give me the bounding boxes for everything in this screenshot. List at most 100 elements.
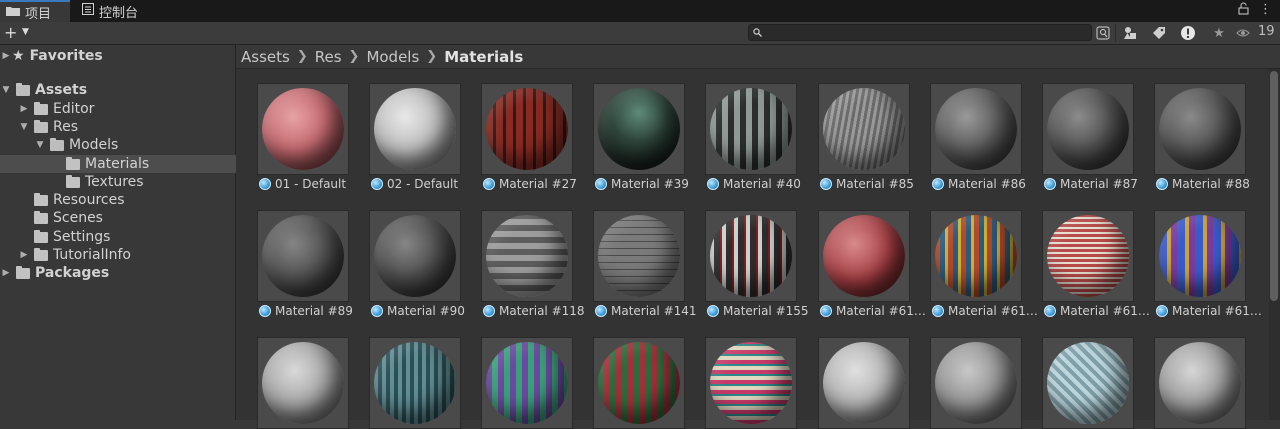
breadcrumb-models[interactable]: Models — [366, 48, 419, 66]
tree-item-tutorialinfo[interactable]: ▶ TutorialInfo — [0, 246, 253, 264]
material-label[interactable]: Material #87 — [1044, 177, 1156, 191]
material-label[interactable]: Material #86 — [932, 177, 1044, 191]
tree-item-assets[interactable]: ▼ Assets — [0, 81, 235, 99]
tab-console[interactable]: 控制台 — [76, 0, 156, 22]
material-thumbnail[interactable] — [930, 83, 1022, 175]
material-label[interactable]: Material #85 — [820, 177, 932, 191]
filter-by-type-icon[interactable] — [1119, 24, 1141, 42]
material-thumbnail[interactable] — [1042, 210, 1134, 302]
search-by-type-icon[interactable] — [1092, 24, 1114, 42]
create-button[interactable]: + — [4, 23, 17, 42]
material-name: Material #61… — [948, 304, 1038, 318]
warning-filter-icon[interactable] — [1177, 24, 1199, 42]
material-thumbnail[interactable] — [818, 83, 910, 175]
console-icon — [82, 3, 94, 19]
breadcrumb-res[interactable]: Res — [315, 48, 342, 66]
material-thumbnail[interactable] — [257, 210, 349, 302]
material-thumbnail[interactable] — [930, 337, 1022, 429]
tree-item-models[interactable]: ▼ Models — [0, 136, 269, 154]
material-thumbnail[interactable] — [593, 83, 685, 175]
chevron-down-icon[interactable]: ▼ — [34, 140, 46, 150]
material-label[interactable]: Material #155 — [707, 304, 819, 318]
material-thumbnail[interactable] — [705, 337, 797, 429]
material-thumbnail[interactable] — [257, 337, 349, 429]
chevron-down-icon[interactable]: ▼ — [0, 85, 12, 95]
eye-icon[interactable] — [1236, 24, 1250, 42]
material-icon — [932, 178, 944, 190]
material-label[interactable]: Material #141 — [595, 304, 707, 318]
chevron-right-icon[interactable]: ▶ — [18, 104, 30, 114]
material-label[interactable]: Material #61… — [820, 304, 932, 318]
chevron-right-icon[interactable]: ▶ — [0, 268, 12, 278]
material-thumbnail[interactable] — [705, 83, 797, 175]
material-thumbnail[interactable] — [1154, 210, 1246, 302]
material-thumbnail[interactable] — [369, 83, 461, 175]
more-menu-icon[interactable]: ⋮ — [1259, 2, 1272, 19]
tree-item-resources[interactable]: Resources — [0, 191, 269, 209]
material-label[interactable]: Material #40 — [707, 177, 819, 191]
material-icon — [820, 178, 832, 190]
tree-item-settings[interactable]: Settings — [0, 228, 269, 246]
material-label[interactable]: Material #61… — [1156, 304, 1268, 318]
material-label[interactable]: Material #88 — [1156, 177, 1268, 191]
tree-item-favorites[interactable]: ▶ ★ Favorites — [0, 47, 235, 65]
filter-by-label-icon[interactable] — [1148, 24, 1170, 42]
material-thumbnail[interactable] — [818, 337, 910, 429]
material-thumbnail[interactable] — [1042, 83, 1134, 175]
material-label[interactable]: 02 - Default — [371, 177, 483, 191]
breadcrumb-materials[interactable]: Materials — [444, 48, 523, 66]
vertical-scrollbar[interactable] — [1269, 69, 1280, 420]
material-thumbnail[interactable] — [257, 83, 349, 175]
material-label[interactable]: Material #61… — [932, 304, 1044, 318]
chevron-down-icon[interactable]: ▼ — [18, 122, 30, 132]
tree-item-res[interactable]: ▼ Res — [0, 118, 253, 136]
material-thumbnail[interactable] — [1042, 337, 1134, 429]
tree-item-editor[interactable]: ▶ Editor — [0, 100, 253, 118]
star-icon: ★ — [12, 48, 25, 64]
material-label[interactable]: Material #27 — [483, 177, 595, 191]
material-thumbnail[interactable] — [1154, 337, 1246, 429]
tree-item-label: Packages — [35, 265, 110, 281]
tab-project[interactable]: 项目 — [0, 0, 70, 22]
material-thumbnail[interactable] — [481, 337, 573, 429]
material-thumbnail[interactable] — [593, 337, 685, 429]
material-label[interactable]: Material #118 — [483, 304, 595, 318]
chevron-down-icon[interactable]: ▼ — [22, 27, 29, 37]
tree-item-packages[interactable]: ▶ Packages — [0, 264, 235, 282]
material-label[interactable]: Material #90 — [371, 304, 483, 318]
search-input[interactable] — [748, 24, 1092, 41]
material-icon — [371, 178, 383, 190]
material-thumbnail[interactable] — [369, 210, 461, 302]
material-name: Material #87 — [1060, 177, 1138, 191]
material-label[interactable]: Material #61… — [1044, 304, 1156, 318]
folder-open-icon — [34, 119, 48, 133]
scrollbar-thumb[interactable] — [1270, 71, 1278, 301]
material-label[interactable]: 01 - Default — [259, 177, 371, 191]
lock-icon[interactable] — [1238, 2, 1249, 19]
material-thumbnail[interactable] — [369, 337, 461, 429]
tree-item-label: Resources — [53, 192, 125, 208]
material-thumbnail[interactable] — [1154, 83, 1246, 175]
chevron-right-icon[interactable]: ▶ — [0, 51, 12, 61]
material-thumbnail[interactable] — [818, 210, 910, 302]
material-icon — [483, 178, 495, 190]
material-thumbnail[interactable] — [930, 210, 1022, 302]
material-preview-sphere — [262, 88, 344, 170]
material-preview-sphere — [374, 215, 456, 297]
breadcrumb-assets[interactable]: Assets — [241, 48, 290, 66]
material-label[interactable]: Material #39 — [595, 177, 707, 191]
material-preview-sphere — [935, 88, 1017, 170]
material-thumbnail[interactable] — [705, 210, 797, 302]
material-label[interactable]: Material #89 — [259, 304, 371, 318]
material-thumbnail[interactable] — [481, 210, 573, 302]
material-icon — [483, 305, 495, 317]
material-thumbnail[interactable] — [593, 210, 685, 302]
chevron-right-icon[interactable]: ▶ — [18, 250, 30, 260]
chevron-right-icon: ❯ — [426, 49, 438, 64]
tree-item-label: Res — [53, 119, 79, 135]
material-thumbnail[interactable] — [481, 83, 573, 175]
favorite-star-icon[interactable]: ★ — [1208, 24, 1230, 42]
tree-item-scenes[interactable]: Scenes — [0, 209, 269, 227]
material-name: Material #85 — [836, 177, 914, 191]
chevron-right-icon: ❯ — [296, 49, 308, 64]
